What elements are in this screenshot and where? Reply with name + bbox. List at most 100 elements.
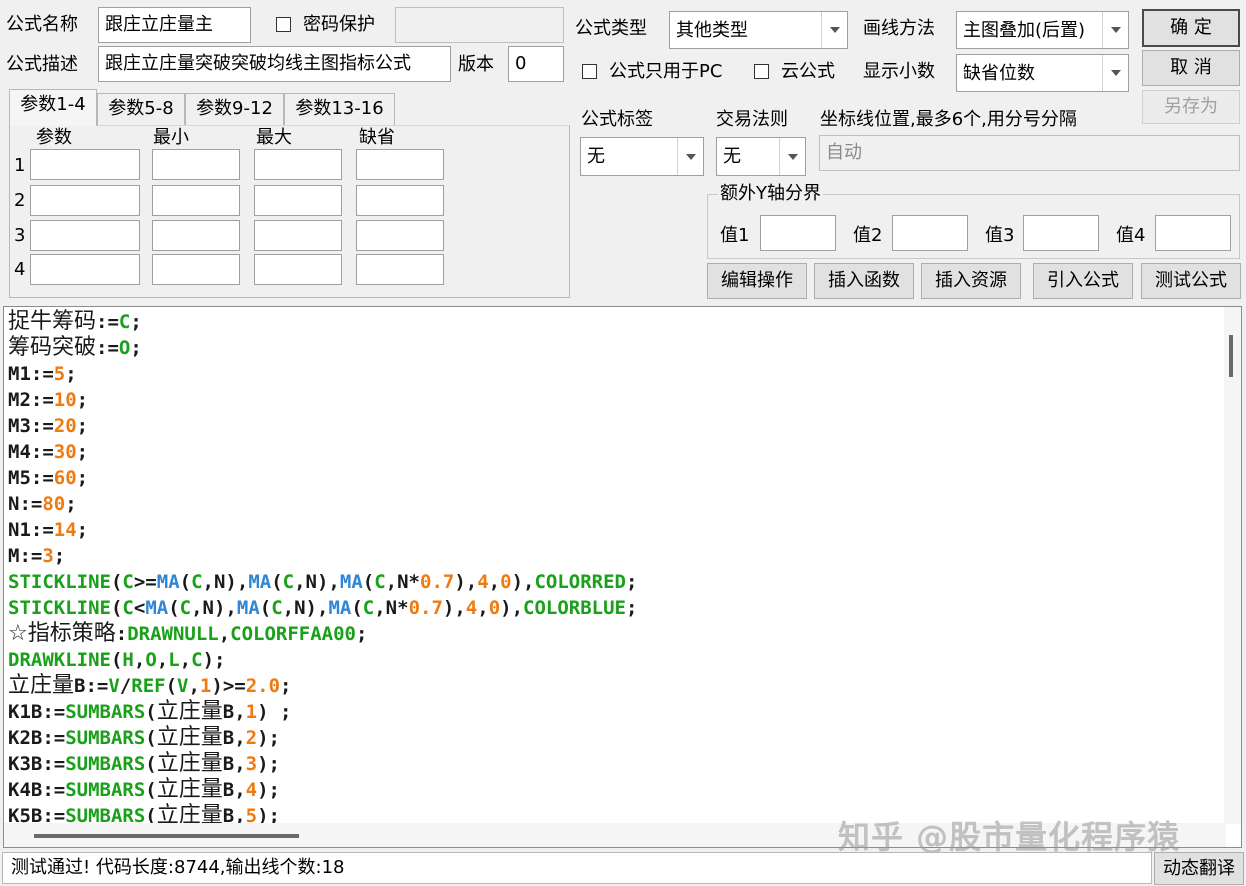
- code-line[interactable]: M4:=30;: [8, 439, 637, 465]
- cancel-button[interactable]: 取 消: [1142, 50, 1240, 86]
- formula-name-input[interactable]: 跟庄立庄量主: [98, 7, 251, 43]
- code-content[interactable]: 捉牛筹码:=C; 筹码突破:=O; M1:=5; M2:=10; M3:=20; M4:=…: [8, 309, 637, 829]
- tab-params-1-4[interactable]: 参数1-4: [9, 89, 97, 126]
- chevron-down-icon[interactable]: [779, 138, 805, 175]
- code-token: ,: [188, 675, 200, 697]
- code-token: SUMBARS: [65, 779, 146, 801]
- code-line[interactable]: 筹码突破:=O;: [8, 335, 637, 361]
- vertical-scroll-thumb[interactable]: [1229, 335, 1233, 377]
- param-name-input[interactable]: [30, 185, 140, 216]
- tab-params-5-8[interactable]: 参数5-8: [97, 93, 185, 125]
- value2-input[interactable]: [892, 215, 968, 251]
- code-token: ;: [625, 571, 638, 593]
- password-input[interactable]: [395, 7, 564, 43]
- code-editor[interactable]: 捉牛筹码:=C; 筹码突破:=O; M1:=5; M2:=10; M3:=20; M4:=…: [3, 306, 1242, 848]
- param-name-input[interactable]: [30, 254, 140, 285]
- password-checkbox[interactable]: [276, 17, 291, 32]
- code-token: C: [271, 597, 283, 619]
- coord-line-input[interactable]: 自动: [819, 135, 1240, 171]
- insert-function-button[interactable]: 插入函数: [814, 263, 914, 299]
- chevron-down-icon[interactable]: [677, 138, 703, 175]
- cloud-formula-checkbox[interactable]: [754, 64, 769, 79]
- tab-params-13-16[interactable]: 参数13-16: [284, 93, 395, 125]
- code-token: O: [145, 649, 157, 671]
- draw-method-select[interactable]: 主图叠加(后置): [956, 11, 1129, 49]
- param-default-input[interactable]: [356, 220, 444, 251]
- version-input[interactable]: 0: [508, 46, 564, 82]
- code-line[interactable]: K3B:=SUMBARS(立庄量B,3);: [8, 751, 637, 777]
- chevron-down-icon[interactable]: [1102, 12, 1128, 48]
- password-label: 密码保护: [303, 14, 375, 35]
- code-token: 5: [53, 363, 66, 385]
- code-token: C: [374, 571, 386, 593]
- code-line[interactable]: M:=3;: [8, 543, 637, 569]
- tab-params-9-12[interactable]: 参数9-12: [185, 93, 284, 125]
- param-name-input[interactable]: [30, 220, 140, 251]
- code-line[interactable]: DRAWKLINE(H,O,L,C);: [8, 647, 637, 673]
- code-token: ,: [477, 597, 489, 619]
- code-token: ;: [625, 597, 638, 619]
- code-line[interactable]: N1:=14;: [8, 517, 637, 543]
- code-token: SUMBARS: [65, 753, 146, 775]
- param-min-input[interactable]: [152, 185, 240, 216]
- param-min-input[interactable]: [152, 254, 240, 285]
- code-line[interactable]: M3:=20;: [8, 413, 637, 439]
- code-line[interactable]: ☆指标策略:DRAWNULL,COLORFFAA00;: [8, 621, 637, 647]
- code-token: MA: [156, 571, 180, 593]
- code-token: COLORFFAA00: [230, 623, 356, 645]
- param-max-input[interactable]: [254, 254, 342, 285]
- code-line[interactable]: M5:=60;: [8, 465, 637, 491]
- formula-type-select[interactable]: 其他类型: [669, 11, 848, 49]
- param-min-input[interactable]: [152, 220, 240, 251]
- decimal-select[interactable]: 缺省位数: [956, 54, 1129, 92]
- code-line[interactable]: 捉牛筹码:=C;: [8, 309, 637, 335]
- trade-rule-select[interactable]: 无: [716, 137, 806, 176]
- code-line[interactable]: N:=80;: [8, 491, 637, 517]
- dynamic-translate-button[interactable]: 动态翻译: [1154, 852, 1244, 885]
- chevron-down-icon[interactable]: [1102, 55, 1128, 91]
- test-formula-button[interactable]: 测试公式: [1141, 263, 1241, 299]
- code-token: 30: [53, 441, 77, 463]
- vertical-scrollbar[interactable]: [1224, 307, 1241, 824]
- param-min-input[interactable]: [152, 149, 240, 180]
- code-token: (: [110, 649, 123, 671]
- code-line[interactable]: STICKLINE(C>=MA(C,N),MA(C,N),MA(C,N*0.7)…: [8, 569, 637, 595]
- formula-type-value: 其他类型: [676, 20, 748, 41]
- formula-tag-label: 公式标签: [581, 109, 653, 130]
- formula-desc-input[interactable]: 跟庄立庄量突破突破均线主图指标公式: [98, 46, 451, 82]
- param-max-input[interactable]: [254, 149, 342, 180]
- value4-input[interactable]: [1155, 215, 1231, 251]
- horizontal-scroll-thumb[interactable]: [34, 834, 299, 838]
- import-formula-button[interactable]: 引入公式: [1033, 263, 1133, 299]
- code-line[interactable]: K1B:=SUMBARS(立庄量B,1) ;: [8, 699, 637, 725]
- cloud-formula-label: 云公式: [781, 61, 835, 82]
- code-line[interactable]: K2B:=SUMBARS(立庄量B,2);: [8, 725, 637, 751]
- save-as-button[interactable]: 另存为: [1142, 90, 1240, 124]
- pc-only-checkbox[interactable]: [582, 64, 597, 79]
- code-line[interactable]: STICKLINE(C<MA(C,N),MA(C,N),MA(C,N*0.7),…: [8, 595, 637, 621]
- param-default-input[interactable]: [356, 149, 444, 180]
- code-token: (: [362, 571, 375, 593]
- ok-button[interactable]: 确 定: [1142, 9, 1240, 47]
- param-max-input[interactable]: [254, 185, 342, 216]
- param-default-input[interactable]: [356, 254, 444, 285]
- code-token: ☆指标策略: [8, 621, 116, 646]
- param-max-input[interactable]: [254, 220, 342, 251]
- chevron-down-icon[interactable]: [821, 12, 847, 48]
- code-line[interactable]: M1:=5;: [8, 361, 637, 387]
- row-number: 3: [14, 225, 26, 246]
- formula-tag-select[interactable]: 无: [580, 137, 704, 176]
- coord-line-label: 坐标线位置,最多6个,用分号分隔: [820, 109, 1077, 130]
- param-name-input[interactable]: [30, 149, 140, 180]
- code-line[interactable]: M2:=10;: [8, 387, 637, 413]
- value1-input[interactable]: [760, 215, 836, 251]
- code-token: COLORRED: [534, 571, 626, 593]
- value3-input[interactable]: [1023, 215, 1099, 251]
- edit-ops-button[interactable]: 编辑操作: [707, 263, 807, 299]
- code-token: K1B:=: [8, 701, 66, 723]
- status-bar: 测试通过! 代码长度:8744,输出线个数:18: [2, 852, 1152, 884]
- insert-resource-button[interactable]: 插入资源: [921, 263, 1021, 299]
- code-line[interactable]: K4B:=SUMBARS(立庄量B,4);: [8, 777, 637, 803]
- param-default-input[interactable]: [356, 185, 444, 216]
- code-line[interactable]: 立庄量B:=V/REF(V,1)>=2.0;: [8, 673, 637, 699]
